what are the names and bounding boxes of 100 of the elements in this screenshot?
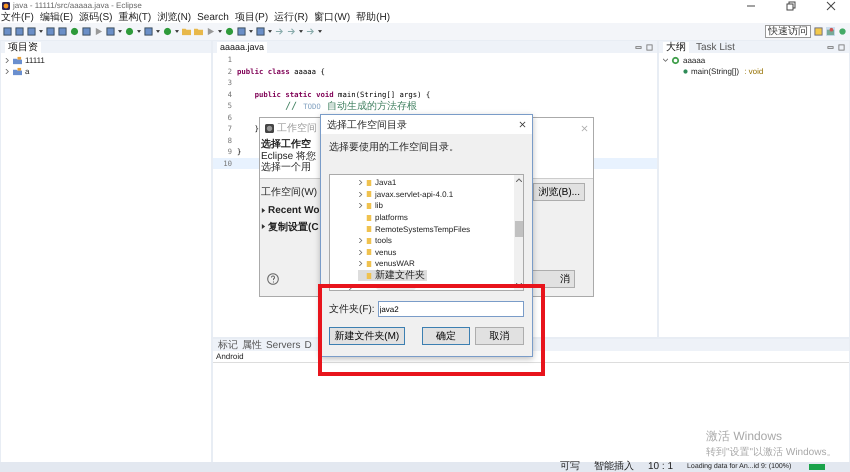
outline-item[interactable]: aaaaa: [683, 56, 706, 65]
view-tab[interactable]: Task List: [693, 42, 738, 52]
dialog-title: 选择工作空间目录: [327, 118, 407, 132]
caret-icon[interactable]: [218, 30, 222, 33]
menu-item[interactable]: 项目(P): [234, 12, 268, 22]
square-icon[interactable]: [58, 27, 67, 36]
activation-title: 激活 Windows: [706, 428, 784, 445]
caret-icon[interactable]: [318, 30, 322, 33]
square-icon[interactable]: [82, 27, 91, 36]
scroll-up-icon[interactable]: [516, 178, 522, 182]
help-icon[interactable]: [267, 273, 279, 285]
caret-icon[interactable]: [156, 30, 160, 33]
square-icon[interactable]: [144, 27, 153, 36]
view-tab[interactable]: 大纲: [663, 42, 689, 52]
menu-item[interactable]: 运行(R): [274, 12, 308, 22]
editor-tab[interactable]: aaaaa.java: [217, 42, 268, 52]
menu-item[interactable]: 重构(T): [118, 12, 152, 22]
outline-item[interactable]: main(String[]): [691, 67, 740, 76]
status-item: 可写: [560, 462, 580, 472]
caret-icon[interactable]: [137, 30, 141, 33]
folder-name-field[interactable]: java2: [378, 301, 524, 317]
folder-item[interactable]: RemoteSystemsTempFiles: [358, 223, 514, 235]
folder-item[interactable]: javax.servlet-api-4.0.1: [358, 188, 514, 200]
folder-item[interactable]: 新建文件夹: [358, 270, 427, 282]
section-header[interactable]: 复制设置(C: [268, 220, 319, 234]
debug-perspective-icon[interactable]: [838, 27, 847, 36]
square-icon[interactable]: [237, 27, 246, 36]
restore-icon[interactable]: [786, 0, 796, 10]
scroll-thumb[interactable]: [514, 221, 522, 237]
menu-item[interactable]: 浏览(N): [157, 12, 192, 22]
maximize-icon[interactable]: [646, 44, 653, 50]
menu-item[interactable]: Search: [197, 12, 229, 22]
return-type: : void: [743, 67, 764, 76]
caret-icon[interactable]: [39, 30, 43, 33]
close-icon[interactable]: [826, 0, 836, 10]
caret-icon[interactable]: [249, 30, 253, 33]
menu-item[interactable]: 编辑(E): [40, 12, 74, 22]
project-item[interactable]: 11111: [25, 56, 45, 65]
maximize-icon[interactable]: [838, 44, 845, 50]
folder-item[interactable]: venusWAR: [358, 258, 514, 270]
java-perspective-icon[interactable]: [826, 27, 835, 36]
field-label: 文件夹(F):: [329, 302, 375, 316]
menu-item[interactable]: 窗口(W): [314, 12, 350, 22]
dialog-heading: 选择工作空: [261, 138, 311, 151]
scrollbar[interactable]: [514, 175, 523, 290]
folder-item[interactable]: venus: [358, 246, 514, 258]
method-icon: [683, 69, 688, 74]
class-icon: [671, 56, 680, 65]
dialog-button[interactable]: 新建文件夹(M): [329, 327, 405, 345]
status-item: 10 : 1: [648, 462, 674, 472]
caret-icon[interactable]: [299, 30, 303, 33]
square-icon[interactable]: [27, 27, 36, 36]
view-tab[interactable]: 项目资: [5, 42, 41, 52]
square-icon[interactable]: [15, 27, 24, 36]
square-icon[interactable]: [3, 27, 12, 36]
expand-arrow-icon[interactable]: [261, 208, 266, 213]
project-icon: [13, 67, 22, 76]
triangle-icon[interactable]: [94, 27, 103, 36]
field-label: 工作空间(W): [261, 186, 318, 199]
square-icon[interactable]: [46, 27, 55, 36]
close-icon[interactable]: [519, 121, 526, 128]
dialog-title: 工作空间: [277, 122, 317, 135]
dialog-message: 选择要使用的工作空间目录。: [329, 140, 460, 154]
square-icon[interactable]: [256, 27, 265, 36]
circle-icon[interactable]: [125, 27, 134, 36]
project-item[interactable]: a: [25, 67, 30, 76]
status-item: 智能插入: [594, 462, 634, 472]
perspective-icon[interactable]: [814, 27, 823, 36]
expand-arrow-icon[interactable]: [261, 224, 266, 229]
app-icon: [265, 124, 274, 132]
dialog-button[interactable]: 取消: [475, 327, 524, 345]
caret-icon[interactable]: [175, 30, 179, 33]
circle-icon[interactable]: [70, 27, 79, 36]
folder-item[interactable]: lib: [358, 200, 514, 212]
menu-item[interactable]: 帮助(H): [356, 12, 390, 22]
activation-text: 转到"设置"以激活 Windows。: [706, 446, 836, 459]
view-tab[interactable]: Servers: [265, 340, 302, 350]
view-tab[interactable]: 标记: [217, 340, 239, 350]
description-text: Eclipse 将您: [261, 151, 316, 162]
circle-icon[interactable]: [225, 27, 234, 36]
browse-button[interactable]: 浏览(B)...: [533, 183, 585, 201]
folder-item[interactable]: Java1: [358, 177, 514, 189]
view-tab[interactable]: 属性: [241, 340, 263, 350]
folder-item[interactable]: tools: [358, 234, 514, 247]
section-header[interactable]: Recent Wo: [268, 205, 320, 216]
caret-icon[interactable]: [118, 30, 122, 33]
square-icon[interactable]: [106, 27, 115, 36]
circle-icon[interactable]: [163, 27, 172, 36]
progress-bar: [809, 464, 826, 470]
description-text: 选择一个用: [261, 162, 311, 173]
triangle-icon[interactable]: [206, 27, 215, 36]
window-title: java - 11111/src/aaaaa.java - Eclipse: [13, 1, 142, 10]
caret-icon[interactable]: [268, 30, 272, 33]
project-icon: [13, 56, 22, 65]
folder-item[interactable]: platforms: [358, 212, 514, 224]
menu-item[interactable]: 源码(S): [79, 12, 112, 22]
dialog-button[interactable]: 确定: [422, 327, 470, 345]
menu-item[interactable]: 文件(F): [1, 12, 34, 22]
view-tab[interactable]: D: [303, 340, 313, 350]
app-icon: [2, 2, 10, 10]
